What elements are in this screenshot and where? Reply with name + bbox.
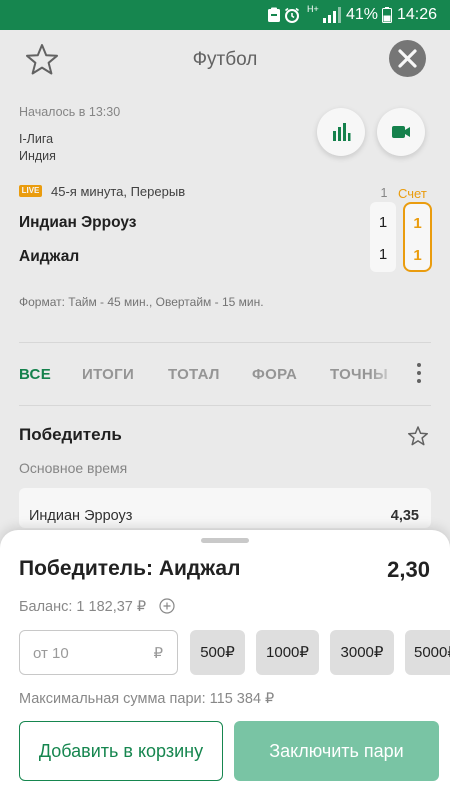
statistics-button[interactable] (317, 108, 365, 156)
currency-symbol: ₽ (153, 645, 163, 662)
tab-handicap[interactable]: ФОРА (252, 366, 297, 383)
match-start-time: Началось в 13:30 (19, 105, 121, 119)
bet-amount-input[interactable]: от 10 ₽ (19, 630, 178, 675)
battery-percent: 41% (346, 6, 379, 23)
page-title: Футбол (192, 49, 258, 70)
market-favorite-star-icon[interactable] (407, 425, 429, 447)
market-title: Победитель (19, 425, 122, 444)
score-column-header: Счет (398, 186, 427, 201)
close-icon (398, 49, 417, 68)
signal-icon (323, 7, 341, 23)
tab-results[interactable]: ИТОГИ (82, 366, 134, 383)
clock: 14:26 (397, 6, 438, 23)
tabs-fade (370, 350, 400, 395)
team-away: Аиджал (19, 248, 80, 265)
clipboard-icon (268, 7, 280, 22)
alarm-icon (285, 7, 299, 23)
divider (19, 342, 431, 343)
away-period-score: 1 (378, 246, 388, 263)
quick-amount-1000[interactable]: 1000₽ (256, 630, 319, 675)
add-to-cart-button[interactable]: Добавить в корзину (19, 721, 223, 781)
match-period: 45-я минута, Перерыв (51, 184, 186, 199)
quick-amount-500[interactable]: 500₽ (190, 630, 245, 675)
bet-slip-odds: 2,30 (387, 557, 430, 582)
market-subtitle: Основное время (19, 460, 128, 476)
outcome-odds: 4,35 (390, 508, 419, 524)
close-button[interactable] (389, 40, 426, 77)
network-type: H+ (307, 4, 319, 14)
period-score-column: 1 1 (370, 202, 396, 272)
team-home: Индиан Эрроуз (19, 214, 137, 231)
add-funds-icon[interactable] (159, 598, 175, 614)
divider (19, 405, 431, 406)
amount-placeholder: от 10 (33, 645, 69, 662)
home-total-score: 1 (413, 215, 422, 232)
period-column-header: 1 (380, 186, 388, 200)
home-period-score: 1 (378, 214, 388, 231)
country-name: Индия (19, 149, 56, 163)
place-bet-button[interactable]: Заключить пари (234, 721, 439, 781)
balance-text: Баланс: 1 182,37 ₽ (19, 599, 147, 615)
quick-amount-5000[interactable]: 5000₽ (405, 630, 450, 675)
outcome-name: Индиан Эрроуз (29, 508, 133, 524)
bet-slip-sheet: Победитель: Аиджал 2,30 Баланс: 1 182,37… (0, 530, 450, 800)
total-score-box: 1 1 (403, 202, 432, 272)
battery-icon (382, 7, 392, 23)
quick-amount-3000[interactable]: 3000₽ (330, 630, 394, 675)
tab-all[interactable]: ВСЕ (19, 366, 51, 383)
bet-slip-title: Победитель: Аиджал (19, 557, 241, 580)
away-total-score: 1 (413, 247, 422, 264)
more-tabs-icon[interactable] (411, 360, 427, 386)
video-button[interactable] (377, 108, 425, 156)
odds-row[interactable]: Индиан Эрроуз 4,35 (19, 488, 431, 528)
match-format: Формат: Тайм - 45 мин., Овертайм - 15 ми… (19, 295, 264, 309)
live-badge: LIVE (19, 185, 42, 197)
status-bar: H+ 41% 14:26 (0, 0, 450, 30)
drag-handle[interactable] (201, 538, 249, 543)
video-camera-icon (392, 126, 410, 138)
max-bet-text: Максимальная сумма пари: 115 384 ₽ (19, 691, 275, 707)
bar-chart-icon (333, 123, 351, 141)
tab-total[interactable]: ТОТАЛ (168, 366, 220, 383)
league-name: I-Лига (19, 132, 54, 146)
